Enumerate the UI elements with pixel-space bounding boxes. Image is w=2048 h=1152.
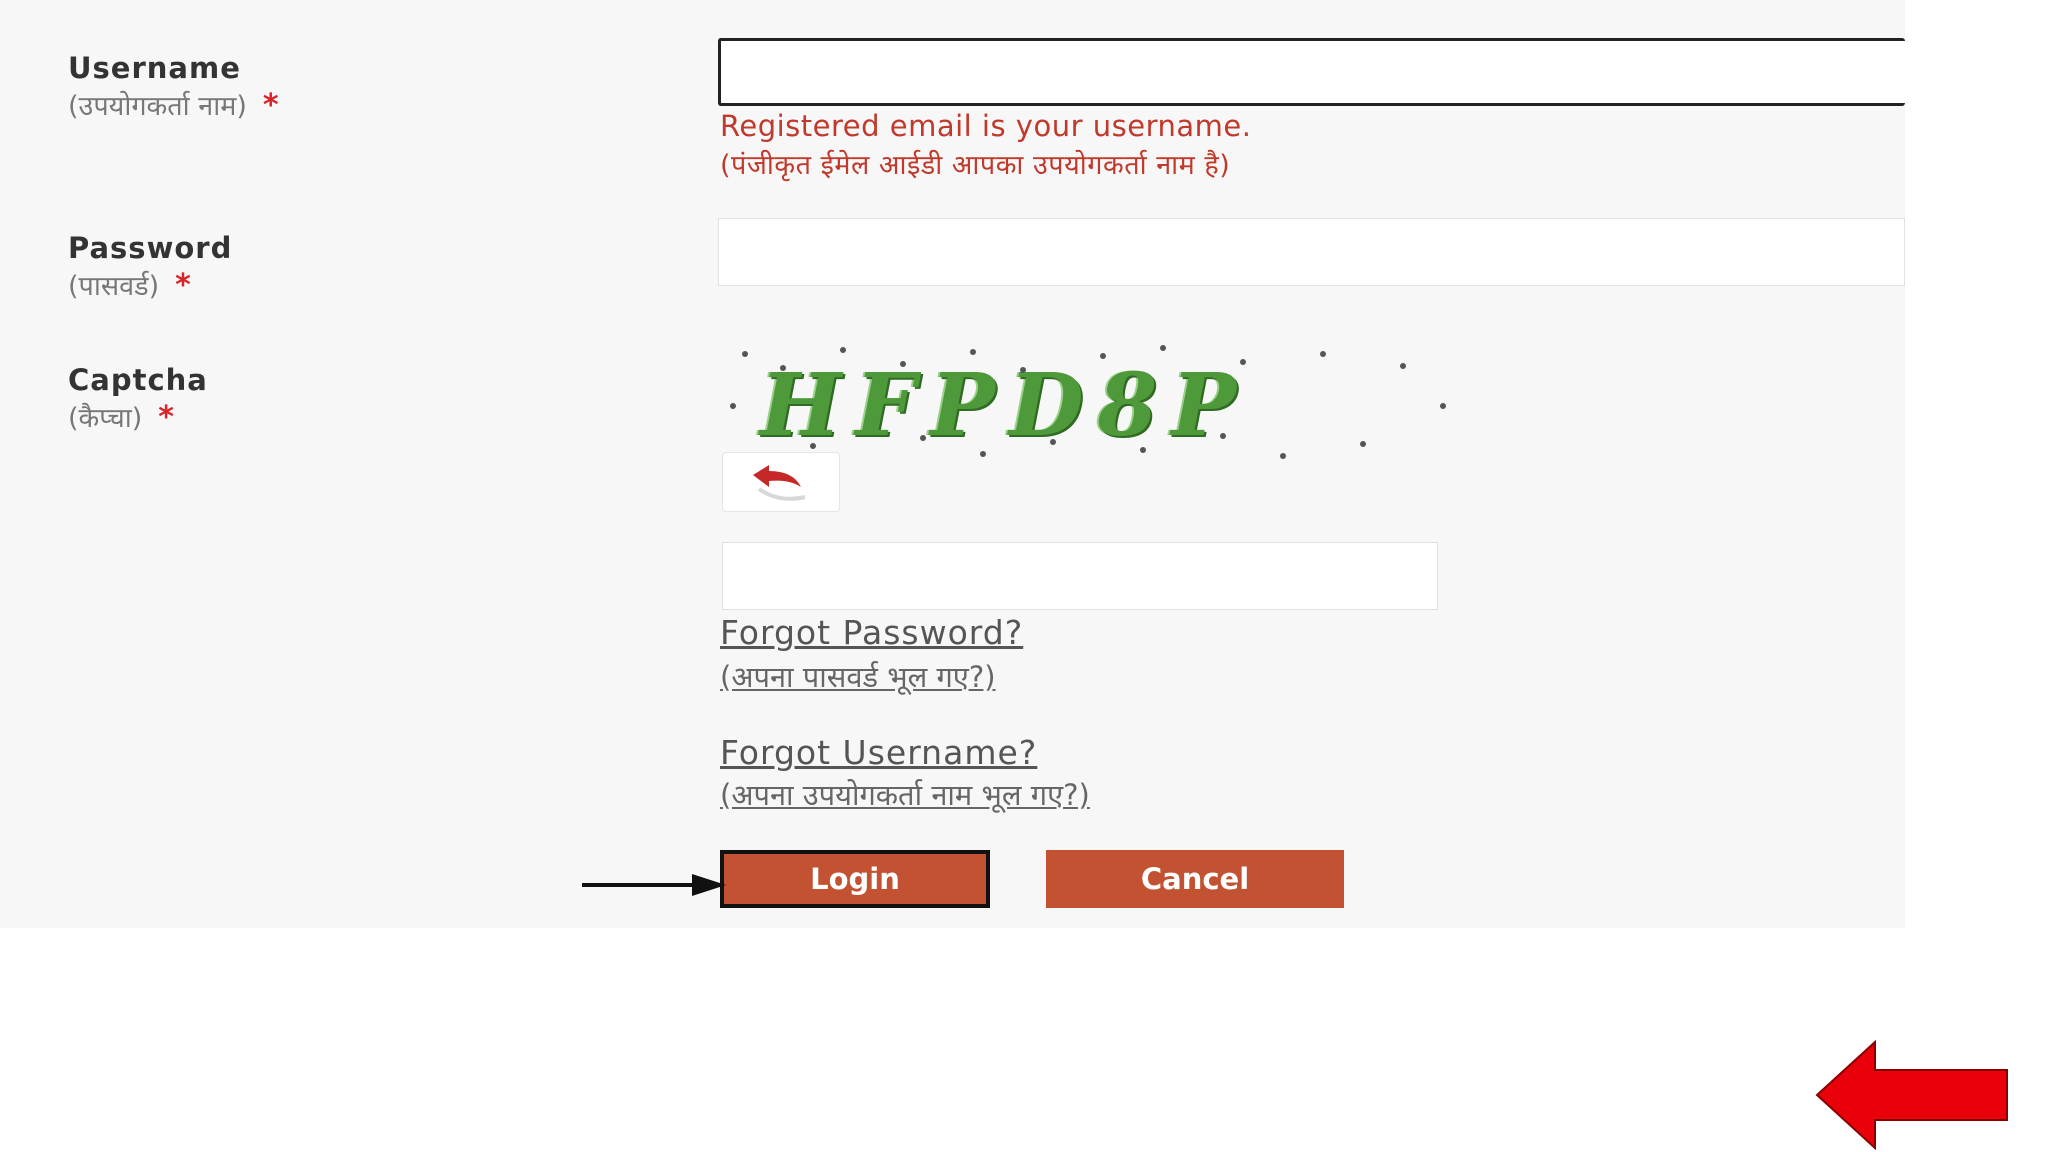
arrow-left-icon — [1815, 1040, 2008, 1150]
cancel-button[interactable]: Cancel — [1046, 850, 1344, 908]
refresh-arrow-icon — [753, 465, 806, 501]
forgot-username-link-hindi[interactable]: (अपना उपयोगकर्ता नाम भूल गए?) — [720, 774, 1090, 816]
captcha-input[interactable] — [722, 542, 1438, 610]
captcha-label-hindi: (कैप्चा) * — [68, 400, 174, 435]
username-label: Username — [68, 51, 241, 85]
forgot-password-link-hindi[interactable]: (अपना पासवर्ड भूल गए?) — [720, 656, 996, 698]
username-input[interactable] — [718, 38, 1905, 106]
username-hint-hindi: (पंजीकृत ईमेल आईडी आपका उपयोगकर्ता नाम ह… — [720, 150, 1231, 181]
required-asterisk: * — [175, 268, 191, 303]
username-label-block: Username (उपयोगकर्ता नाम) * — [68, 50, 279, 127]
password-label: Password — [68, 231, 233, 265]
captcha-image: HFPD8P — [720, 343, 1470, 463]
username-label-hindi: (उपयोगकर्ता नाम) * — [68, 88, 279, 123]
password-input[interactable] — [718, 218, 1905, 286]
password-label-hindi: (पासवर्ड) * — [68, 268, 191, 303]
captcha-refresh-button[interactable] — [722, 452, 840, 512]
captcha-label-block: Captcha (कैप्चा) * — [68, 362, 208, 439]
captcha-label: Captcha — [68, 363, 208, 397]
captcha-image-text: HFPD8P — [760, 355, 1251, 456]
forgot-password-link[interactable]: Forgot Password? — [720, 612, 1023, 654]
required-asterisk: * — [158, 400, 174, 435]
username-hint: Registered email is your username. — [720, 109, 1252, 143]
forgot-username-link[interactable]: Forgot Username? — [720, 732, 1037, 774]
arrow-right-icon — [582, 874, 726, 896]
login-button[interactable]: Login — [720, 850, 990, 908]
login-form-panel: Username (उपयोगकर्ता नाम) * Registered em… — [0, 0, 1905, 928]
password-label-block: Password (पासवर्ड) * — [68, 230, 232, 307]
required-asterisk: * — [262, 88, 279, 123]
